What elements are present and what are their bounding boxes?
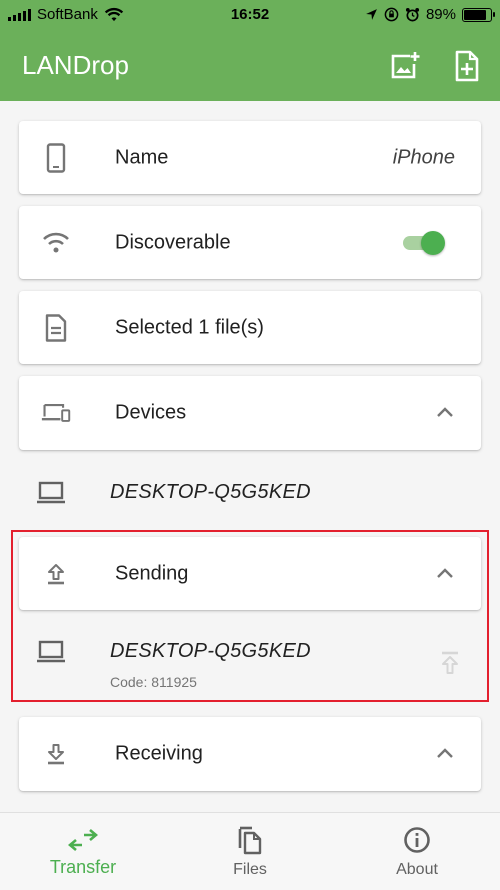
laptop-icon — [37, 481, 65, 504]
nav-files[interactable]: Files — [167, 813, 333, 890]
devices-icon — [41, 398, 71, 428]
nav-transfer-label: Transfer — [49, 857, 117, 877]
swap-horiz-icon — [68, 825, 98, 855]
discoverable-label: Discoverable — [115, 231, 231, 253]
discoverable-toggle[interactable] — [401, 230, 445, 255]
battery-percent: 89% — [425, 6, 456, 23]
receiving-label: Receiving — [115, 742, 203, 765]
nav-about[interactable]: About — [334, 813, 500, 890]
battery-icon — [462, 7, 495, 22]
bottom-navigation: Transfer Files About — [0, 812, 500, 890]
devices-label: Devices — [115, 401, 187, 424]
discoverable-card: Discoverable — [19, 206, 481, 279]
devices-header[interactable]: Devices — [19, 376, 481, 450]
wifi-icon — [41, 228, 71, 258]
info-icon — [402, 825, 432, 855]
nav-about-label: About — [396, 861, 438, 878]
add-file-button[interactable] — [449, 48, 485, 84]
app-title: LANDrop — [22, 50, 129, 80]
smartphone-icon — [41, 142, 71, 173]
rotation-lock-icon — [384, 7, 399, 22]
download-icon — [41, 739, 71, 769]
nav-files-label: Files — [233, 861, 267, 878]
nav-transfer[interactable]: Transfer — [0, 813, 166, 890]
selected-files-card[interactable]: Selected 1 file(s) — [19, 291, 481, 364]
sending-section-highlight — [11, 530, 489, 702]
add-photo-icon — [391, 52, 420, 79]
device-list-item[interactable]: DESKTOP-Q5G5KED — [0, 476, 500, 512]
add-photo-button[interactable] — [386, 48, 422, 84]
device-name-value: iPhone — [392, 146, 455, 168]
add-file-icon — [455, 50, 479, 82]
name-card[interactable]: Name iPhone — [19, 121, 481, 194]
file-copy-icon — [235, 825, 265, 855]
alarm-icon — [405, 7, 420, 22]
location-icon — [366, 9, 377, 20]
file-icon — [41, 313, 71, 343]
device-name: DESKTOP-Q5G5KED — [110, 481, 311, 503]
name-label: Name — [115, 146, 169, 168]
chevron-up-icon[interactable] — [435, 744, 455, 764]
chevron-up-icon[interactable] — [435, 403, 455, 423]
receiving-header[interactable]: Receiving — [19, 717, 481, 791]
app-bar: LANDrop — [0, 30, 500, 101]
status-bar: SoftBank 16:52 89% — [0, 0, 500, 30]
selected-files-label: Selected 1 file(s) — [115, 316, 264, 338]
